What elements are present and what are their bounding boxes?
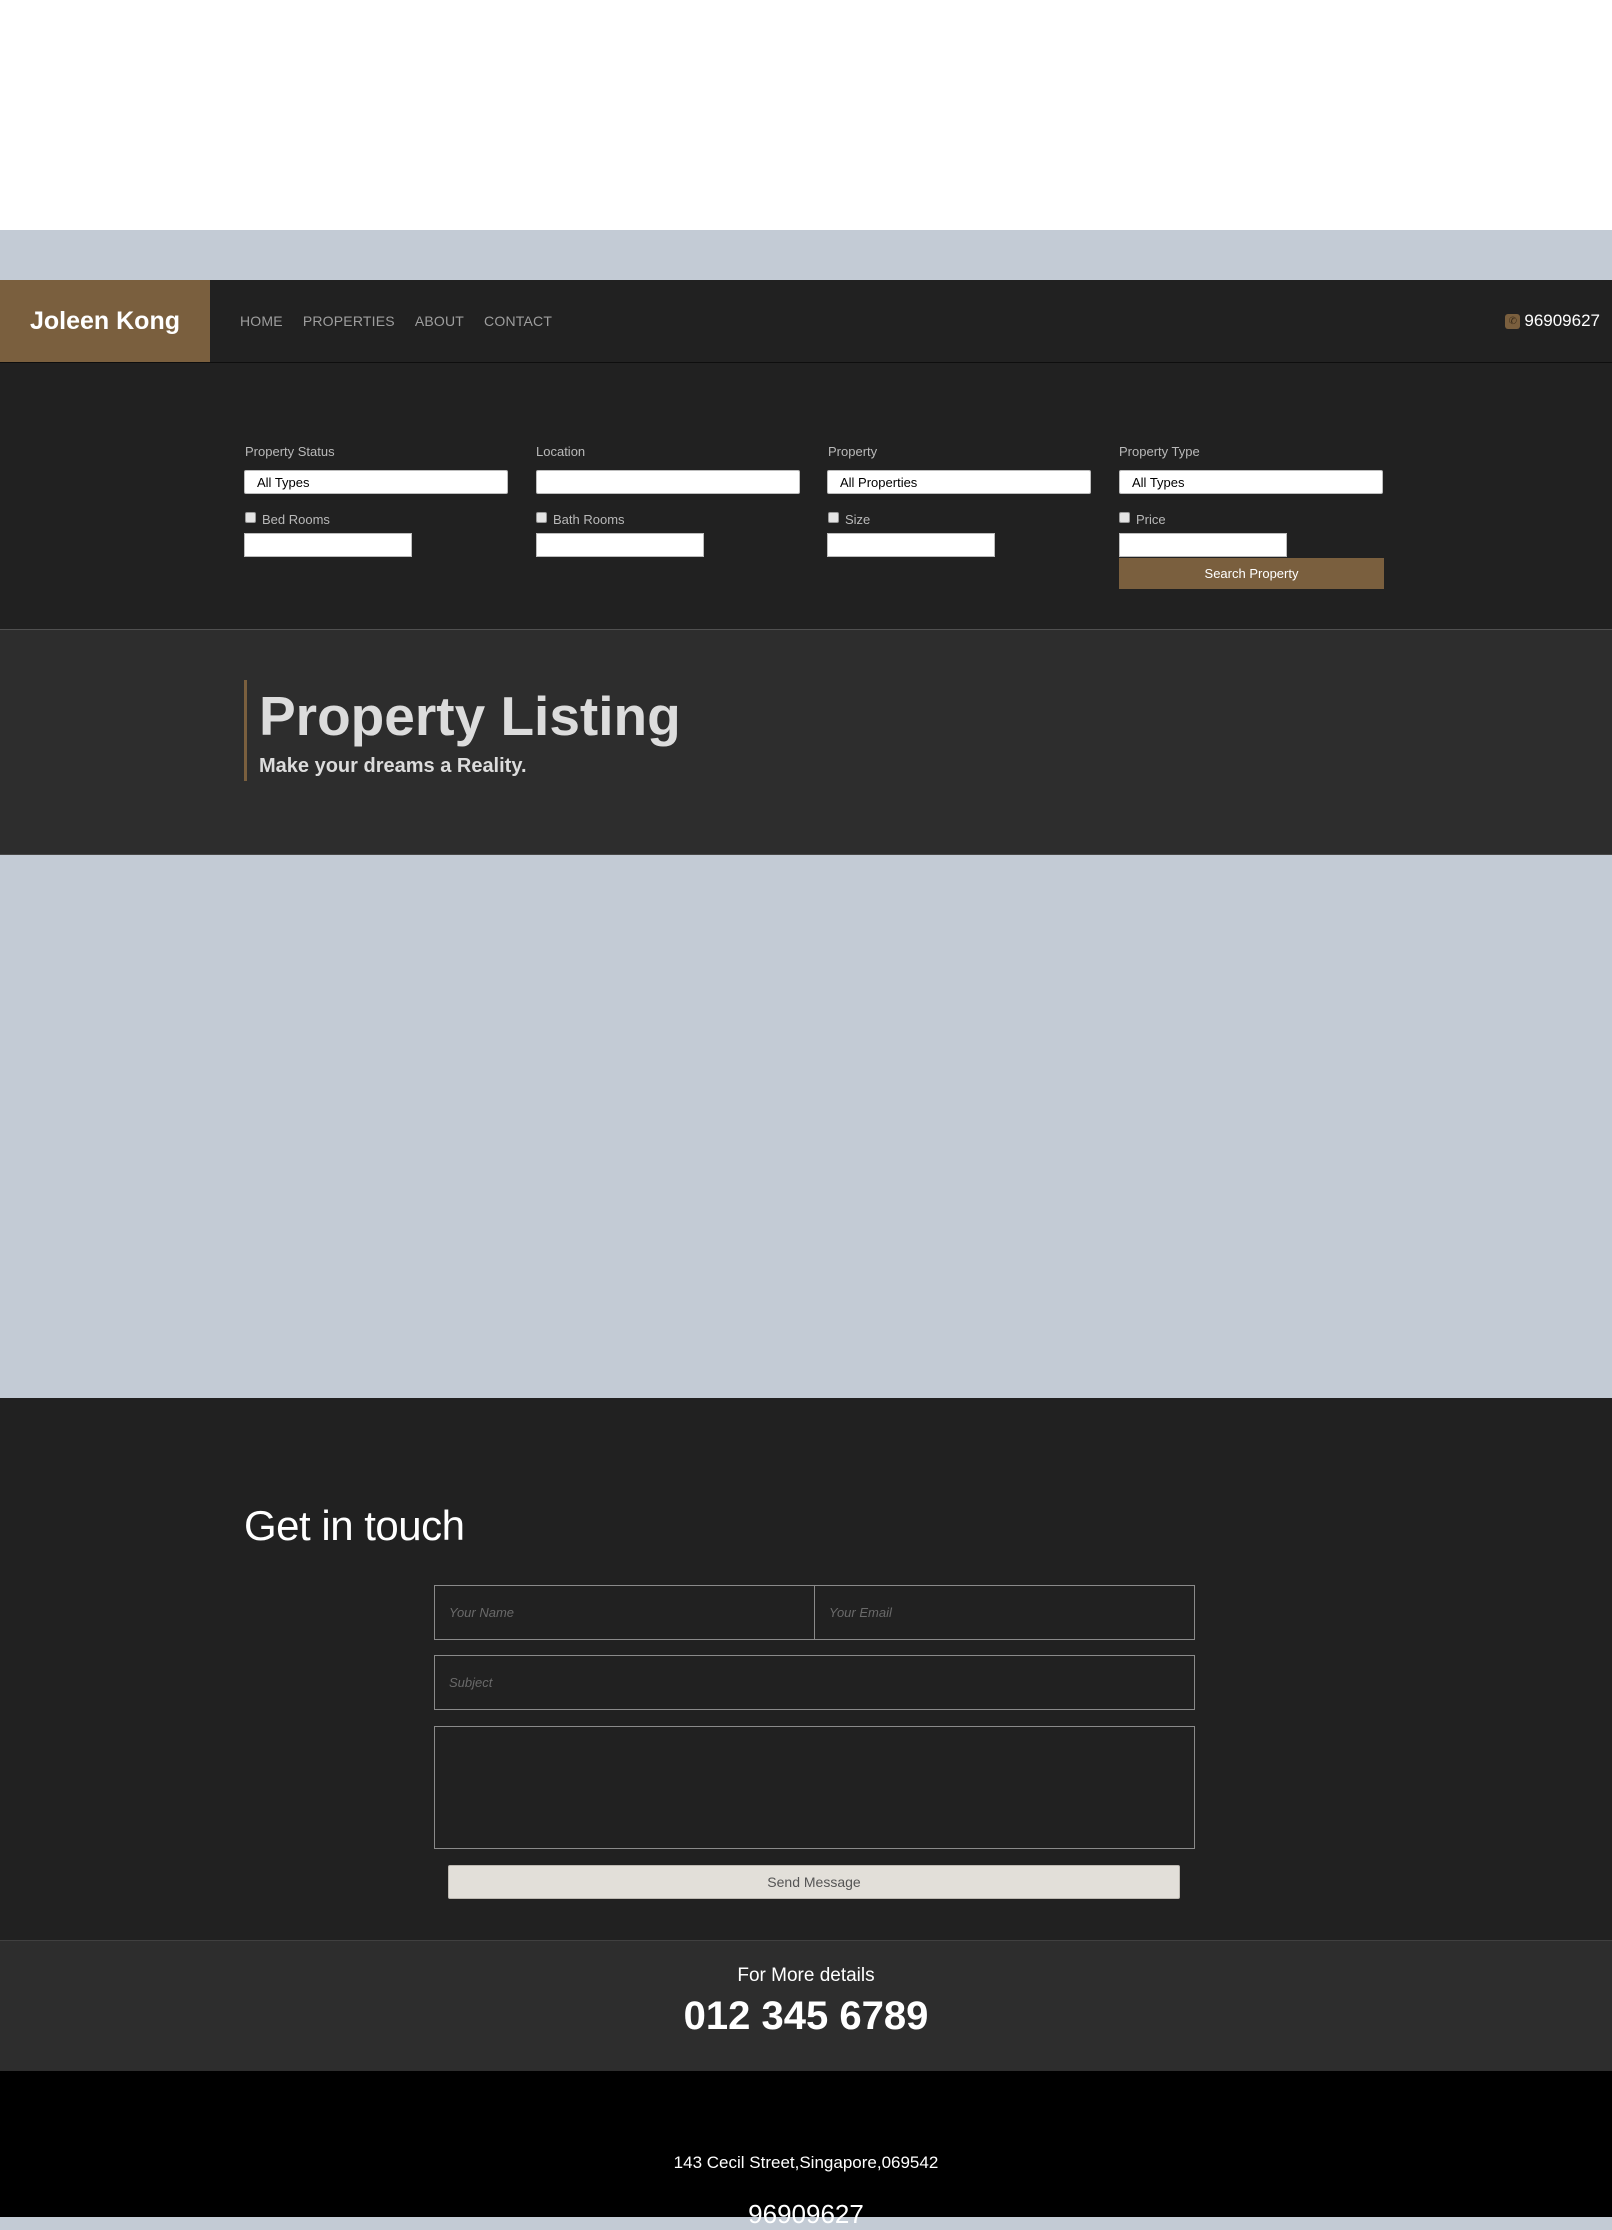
top-band [0,230,1612,280]
bed-rooms-checkbox[interactable] [245,512,256,523]
price-input[interactable] [1119,533,1287,557]
size-checkbox[interactable] [828,512,839,523]
property-type-select[interactable]: All Types [1119,470,1383,494]
location-select[interactable] [536,470,800,494]
accent-bar [244,680,247,781]
size-input[interactable] [827,533,995,557]
footer [0,2071,1612,2217]
property-status-label: Property Status [245,444,335,459]
name-input[interactable]: Your Name [434,1585,815,1640]
nav-phone-number: 96909627 [1524,311,1600,330]
nav-link-about[interactable]: ABOUT [415,313,464,329]
top-blank-area [0,0,1612,230]
send-message-button[interactable]: Send Message [448,1865,1180,1899]
bath-rooms-label: Bath Rooms [553,512,625,527]
listing-header [0,630,1612,855]
footer-address: 143 Cecil Street,Singapore,069542 [673,2153,939,2172]
contact-heading: Get in touch [244,1502,465,1549]
details-label: For More details [737,1965,875,1986]
nav-link-contact[interactable]: CONTACT [484,313,552,329]
price-checkbox[interactable] [1119,512,1130,523]
brand-logo[interactable]: Joleen Kong [0,280,210,362]
footer-phone: 96909627 [748,2199,864,2229]
nav-link-properties[interactable]: PROPERTIES [303,313,395,329]
bath-rooms-checkbox[interactable] [536,512,547,523]
page-title: Property Listing [259,685,681,747]
navbar: Joleen Kong HOME PROPERTIES ABOUT CONTAC… [0,280,1612,363]
property-type-label: Property Type [1119,444,1200,459]
page-subtitle: Make your dreams a Reality. [259,755,527,777]
message-textarea[interactable] [434,1726,1195,1849]
location-label: Location [536,444,586,459]
phone-icon: ✆ [1505,313,1521,329]
size-label: Size [845,512,871,527]
nav-phone[interactable]: ✆ 96909627 [1505,280,1600,362]
search-property-button[interactable]: Search Property [1119,558,1384,589]
property-label: Property [828,444,878,459]
bed-rooms-input[interactable] [244,533,412,557]
price-label: Price [1136,512,1166,527]
search-panel [0,363,1612,630]
subject-input[interactable]: Subject [434,1655,1195,1710]
email-input[interactable]: Your Email [814,1585,1195,1640]
property-status-select[interactable]: All Types [244,470,508,494]
nav-link-home[interactable]: HOME [240,313,283,329]
bed-rooms-label: Bed Rooms [262,512,330,527]
bath-rooms-input[interactable] [536,533,704,557]
listing-content-area [0,855,1612,1398]
nav-links: HOME PROPERTIES ABOUT CONTACT [240,280,552,362]
property-select[interactable]: All Properties [827,470,1091,494]
details-phone: 012 345 6789 [683,1994,929,2038]
